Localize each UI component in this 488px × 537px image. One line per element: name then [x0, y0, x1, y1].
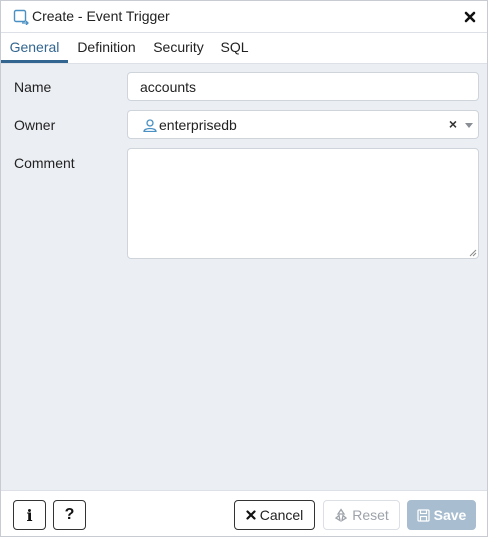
info-button[interactable]: i [13, 500, 46, 530]
close-icon[interactable] [462, 9, 478, 25]
help-icon: ? [64, 506, 75, 523]
reset-button[interactable]: Reset [323, 500, 400, 530]
dialog-title: Create - Event Trigger [32, 8, 170, 24]
save-button[interactable]: Save [407, 500, 476, 530]
tab-bar: General Definition Security SQL [1, 33, 487, 64]
info-icon: i [26, 505, 33, 525]
cancel-label: Cancel [259, 507, 304, 523]
owner-select[interactable]: enterprisedb × [127, 110, 479, 139]
event-trigger-icon [13, 9, 29, 25]
close-icon [246, 510, 256, 520]
chevron-down-icon[interactable] [465, 123, 473, 128]
save-label: Save [433, 507, 467, 523]
tab-sql[interactable]: SQL [212, 33, 257, 63]
resize-grip-icon[interactable] [469, 249, 477, 257]
tab-general[interactable]: General [1, 33, 68, 63]
clear-icon[interactable]: × [449, 116, 457, 132]
create-event-trigger-dialog: Create - Event Trigger General Definitio… [0, 0, 488, 537]
owner-label: Owner [14, 117, 56, 133]
help-button[interactable]: ? [53, 500, 86, 530]
reset-label: Reset [352, 507, 389, 523]
comment-textarea[interactable] [127, 148, 479, 259]
tab-security[interactable]: Security [145, 33, 212, 63]
comment-label: Comment [14, 155, 75, 171]
dialog-titlebar[interactable]: Create - Event Trigger [1, 1, 487, 33]
save-icon [416, 508, 430, 522]
name-input[interactable] [127, 72, 479, 101]
user-icon [143, 119, 157, 132]
recycle-icon [335, 508, 348, 522]
owner-value: enterprisedb [159, 117, 237, 133]
dialog-footer: i ? Cancel Reset Save [1, 490, 487, 536]
tab-definition[interactable]: Definition [68, 33, 145, 63]
name-label: Name [14, 79, 52, 95]
cancel-button[interactable]: Cancel [234, 500, 315, 530]
